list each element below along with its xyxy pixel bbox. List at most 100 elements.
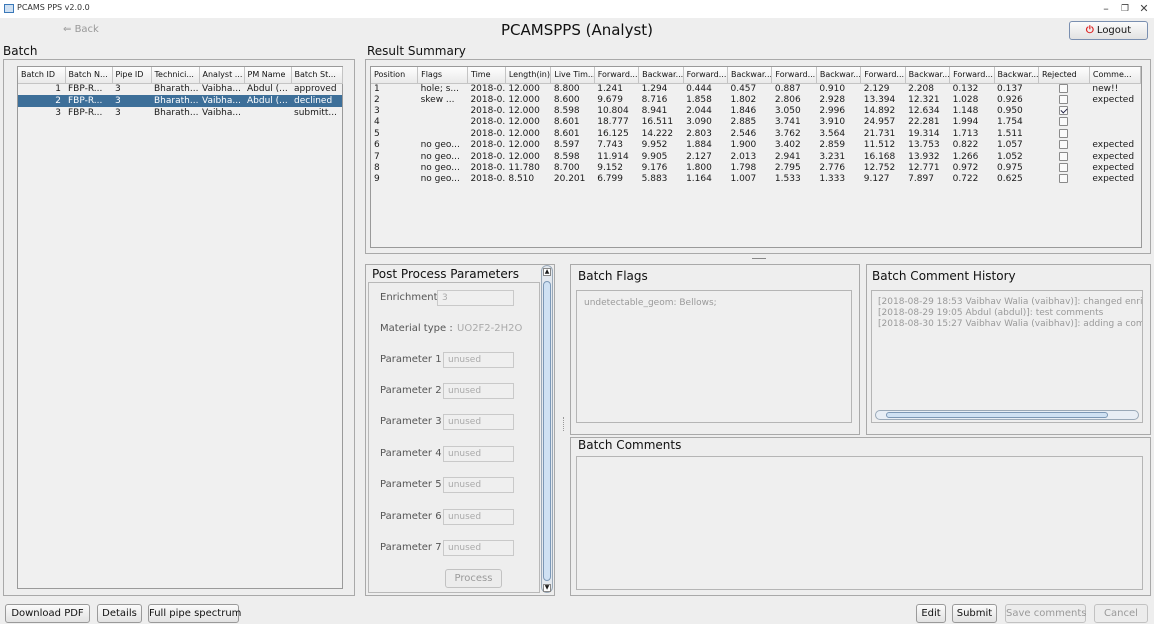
history-hscrollbar[interactable]: [875, 410, 1139, 420]
power-icon: ⏻: [1085, 25, 1094, 36]
result-column-header[interactable]: Forward...: [683, 67, 728, 84]
rejected-checkbox-cell[interactable]: [1038, 117, 1089, 128]
minimize-icon[interactable]: –: [1098, 2, 1114, 16]
parameter-5-field[interactable]: unused: [443, 477, 514, 493]
scroll-up-icon[interactable]: ▲: [543, 268, 551, 276]
split-handle-vertical[interactable]: [563, 417, 565, 431]
cancel-button[interactable]: Cancel: [1094, 604, 1148, 623]
rejected-checkbox[interactable]: [1059, 151, 1069, 161]
batch-column-header[interactable]: Pipe ID: [112, 67, 152, 84]
batch-column-header[interactable]: Analyst ...: [199, 67, 245, 84]
result-cell: 1.028: [952, 94, 979, 105]
result-row[interactable]: 9 no geo... 2018-0...8.510 20.201 6.799 5.883…: [371, 174, 1141, 185]
submit-button[interactable]: Submit: [952, 604, 997, 623]
result-cell: 2: [374, 94, 380, 105]
batch-comments-input[interactable]: [576, 456, 1143, 590]
edit-button[interactable]: Edit: [916, 604, 946, 623]
split-handle-horizontal[interactable]: [752, 258, 766, 259]
material-type-value[interactable]: UO2F2-2H2O: [457, 323, 522, 334]
history-hscroll-thumb[interactable]: [886, 412, 1108, 418]
rejected-checkbox-cell[interactable]: [1038, 106, 1089, 117]
rejected-checkbox[interactable]: [1059, 83, 1069, 93]
result-column-header[interactable]: Backwar...: [994, 67, 1039, 84]
parameter-4-field[interactable]: unused: [443, 446, 514, 462]
post-process-scrollbar[interactable]: ▲ ▼: [541, 265, 553, 593]
result-row[interactable]: 5 2018-0...12.000 8.601 16.125 14.222 2.803 2.…: [371, 128, 1141, 140]
result-row[interactable]: 2 skew ... 2018-0...12.000 8.600 9.679 8.716 1…: [371, 94, 1141, 106]
result-row[interactable]: 6 no geo... 2018-0...12.000 8.597 7.743 9.952…: [371, 140, 1141, 151]
result-column-header[interactable]: Backwar...: [816, 67, 862, 84]
result-cell: 12.752: [863, 163, 896, 174]
rejected-checkbox[interactable]: [1059, 117, 1069, 127]
enrichment-field[interactable]: 3: [437, 290, 514, 306]
result-column-header[interactable]: Position: [371, 67, 419, 84]
rejected-checkbox[interactable]: [1059, 140, 1069, 150]
rejected-checkbox[interactable]: [1059, 106, 1069, 116]
result-cell: 8.510: [508, 174, 535, 185]
result-column-header[interactable]: Backwar...: [727, 67, 773, 84]
rejected-checkbox-cell[interactable]: [1038, 151, 1089, 162]
full-pipe-spectrum-button[interactable]: Full pipe spectrum: [148, 604, 241, 623]
rejected-checkbox[interactable]: [1059, 94, 1069, 104]
parameter-2-field[interactable]: unused: [443, 383, 514, 399]
parameter-6-label: Parameter 6 :: [380, 511, 449, 522]
rejected-checkbox-cell[interactable]: [1038, 94, 1089, 106]
batch-column-header[interactable]: Batch N...: [65, 67, 113, 84]
parameter-7-field[interactable]: unused: [443, 540, 514, 556]
rejected-checkbox[interactable]: [1059, 128, 1069, 138]
result-column-header[interactable]: Forward...: [594, 67, 640, 84]
result-column-header[interactable]: Comme...: [1089, 67, 1142, 84]
rejected-checkbox-cell[interactable]: [1038, 163, 1089, 174]
result-row[interactable]: 7 no geo... 2018-0...12.000 8.598 11.914 9.90…: [371, 151, 1141, 162]
parameter-1-field[interactable]: unused: [443, 352, 514, 368]
result-cell: expected: [1092, 140, 1135, 151]
process-button[interactable]: Process: [445, 569, 502, 588]
rejected-checkbox-cell[interactable]: [1038, 128, 1089, 140]
logout-button[interactable]: ⏻ Logout: [1069, 21, 1148, 40]
result-cell: 2.996: [819, 106, 846, 117]
result-row[interactable]: 8 no geo... 2018-0...11.780 8.700 9.152 9.176…: [371, 163, 1141, 174]
batch-flags-box[interactable]: undetectable_geom: Bellows;: [576, 290, 852, 423]
result-column-header[interactable]: Forward...: [771, 67, 817, 84]
details-button[interactable]: Details: [97, 604, 142, 623]
batch-cell-name: FBP-R...: [68, 107, 103, 118]
result-column-header[interactable]: Backwar...: [905, 67, 951, 84]
result-cell: 1.994: [952, 117, 979, 128]
result-column-header[interactable]: Forward...: [860, 67, 906, 84]
rejected-checkbox-cell[interactable]: [1038, 174, 1089, 185]
result-cell: [1089, 117, 1140, 128]
result-cell: 8.598: [553, 151, 580, 162]
result-column-header[interactable]: Forward...: [949, 67, 995, 84]
save-comments-button[interactable]: Save comments: [1005, 604, 1086, 623]
batch-row[interactable]: 1 FBP-R... 3 Bharath... Vaibha... Abdul (... a…: [18, 83, 342, 95]
result-table-header: Position Flags Time Length(in) Live Tim... Fo…: [371, 67, 1142, 84]
comment-history-box[interactable]: [2018-08-29 18:53 Vaibhav Walia (vaibhav…: [871, 290, 1143, 423]
result-column-header[interactable]: Time: [467, 67, 506, 84]
scroll-thumb[interactable]: [543, 281, 551, 581]
batch-column-header[interactable]: PM Name: [244, 67, 292, 84]
restore-icon[interactable]: ❐: [1117, 2, 1133, 16]
download-pdf-button[interactable]: Download PDF: [5, 604, 90, 623]
result-column-header[interactable]: Length(in): [505, 67, 552, 84]
rejected-checkbox[interactable]: [1059, 174, 1069, 184]
rejected-checkbox-cell[interactable]: [1038, 140, 1089, 151]
batch-column-header[interactable]: Batch St...: [291, 67, 343, 84]
rejected-checkbox[interactable]: [1059, 163, 1069, 173]
parameter-3-field[interactable]: unused: [443, 414, 514, 430]
result-column-header[interactable]: Flags: [417, 67, 468, 84]
rejected-checkbox-cell[interactable]: [1038, 83, 1089, 95]
parameter-6-field[interactable]: unused: [443, 509, 514, 525]
result-column-header[interactable]: Backwar...: [638, 67, 684, 84]
batch-column-header[interactable]: Batch ID: [18, 67, 66, 84]
scroll-down-icon[interactable]: ▼: [543, 584, 551, 592]
batch-row[interactable]: 3 FBP-R... 3 Bharath... Vaibha... submitt...: [18, 107, 342, 119]
result-row[interactable]: 1 hole; s... 2018-0...12.000 8.800 1.241 1.29…: [371, 83, 1141, 95]
result-column-header[interactable]: Live Tim...: [550, 67, 595, 84]
back-button[interactable]: ⇐ Back: [63, 22, 103, 38]
close-icon[interactable]: ✕: [1136, 2, 1152, 16]
result-row[interactable]: 3 2018-0...12.000 8.598 10.804 8.941 2.044 1.8…: [371, 106, 1141, 117]
result-row[interactable]: 4 2018-0...12.000 8.601 18.777 16.511 3.090 2.…: [371, 117, 1141, 128]
result-column-header[interactable]: Rejected: [1038, 67, 1090, 84]
batch-row[interactable]: 2 FBP-R... 3 Bharath... Vaibha... Abdul (... d…: [18, 95, 342, 107]
batch-column-header[interactable]: Technici...: [151, 67, 200, 84]
